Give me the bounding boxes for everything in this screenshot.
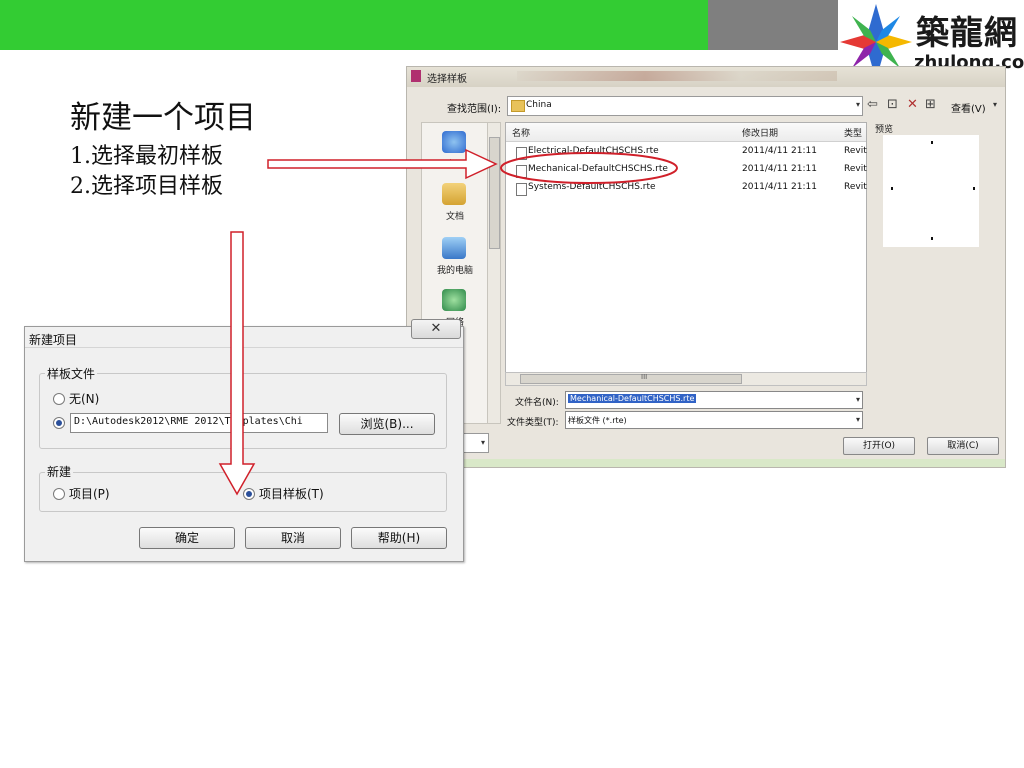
chevron-down-icon: ▾ — [480, 438, 485, 447]
new-folder-icon[interactable]: ⊞ — [925, 97, 936, 112]
close-icon: ✕ — [430, 321, 442, 336]
file-date: 2011/4/11 21:11 — [742, 146, 817, 156]
cancel-button[interactable]: 取消 — [245, 527, 341, 549]
look-in-label: 查找范围(I): — [447, 104, 502, 115]
file-list-header: 名称 修改日期 类型 — [506, 123, 866, 142]
open-button[interactable]: 打开(O) — [843, 437, 915, 455]
view-menu-chevron-icon[interactable]: ▾ — [993, 100, 997, 109]
radio-template-path[interactable] — [53, 417, 65, 429]
file-type: Revit — [844, 164, 867, 174]
file-type: Revit — [844, 146, 867, 156]
chevron-down-icon: ▾ — [855, 100, 860, 109]
back-arrow-icon[interactable]: ⇦ — [867, 97, 878, 112]
header-gray-bar — [708, 0, 838, 50]
file-date: 2011/4/11 21:11 — [742, 182, 817, 192]
titlebar-decoration — [517, 71, 837, 81]
file-date: 2011/4/11 21:11 — [742, 164, 817, 174]
radio-project-template-label[interactable]: 项目样板(T) — [259, 485, 324, 502]
place-label-computer[interactable]: 我的电脑 — [428, 263, 482, 276]
preview-mark — [931, 237, 933, 240]
step-2-text: 2.选择项目样板 — [70, 174, 223, 199]
file-list-hscrollbar[interactable]: III — [505, 372, 867, 386]
preview-mark — [973, 187, 975, 190]
slide-title: 新建一个项目 — [70, 100, 256, 136]
view-menu[interactable]: 查看(V) — [951, 100, 986, 115]
file-type-value: 样板文件 (*.rte) — [568, 416, 627, 425]
file-name-label: 文件名(N): — [515, 398, 559, 408]
network-icon[interactable] — [442, 289, 466, 311]
place-label-documents[interactable]: 文档 — [428, 209, 482, 222]
file-type-label: 文件类型(T): — [507, 418, 559, 428]
file-name-value: Mechanical-DefaultCHSCHS.rte — [568, 394, 697, 403]
help-button[interactable]: 帮助(H) — [351, 527, 447, 549]
radio-none-label[interactable]: 无(N) — [69, 390, 99, 407]
ok-button[interactable]: 确定 — [139, 527, 235, 549]
column-header-name[interactable]: 名称 — [512, 126, 530, 139]
header-green-bar — [0, 0, 708, 50]
file-name-input[interactable]: Mechanical-DefaultCHSCHS.rte ▾ — [565, 391, 863, 409]
dialog-title: 新建项目 — [29, 333, 78, 347]
radio-project[interactable] — [53, 488, 65, 500]
folder-icon — [511, 100, 525, 112]
file-type: Revit — [844, 182, 867, 192]
dialog-bottom-strip — [407, 459, 1005, 467]
radio-project-label[interactable]: 项目(P) — [69, 485, 110, 502]
delete-icon[interactable]: ✕ — [907, 97, 918, 112]
up-folder-icon[interactable]: ⊡ — [887, 97, 898, 112]
dialog-title: 选择样板 — [427, 74, 467, 85]
preview-mark — [931, 141, 933, 144]
horizontal-arrow-icon — [267, 148, 498, 180]
preview-mark — [891, 187, 893, 190]
create-group-label: 新建 — [45, 463, 74, 480]
chevron-down-icon[interactable]: ▾ — [856, 415, 860, 424]
close-button[interactable]: ✕ — [411, 319, 461, 339]
column-header-type[interactable]: 类型 — [844, 126, 862, 139]
preview-label: 预览 — [875, 125, 894, 135]
browse-button[interactable]: 浏览(B)... — [339, 413, 435, 435]
documents-icon[interactable] — [442, 183, 466, 205]
scrollbar-grip: III — [641, 373, 648, 381]
look-in-dropdown[interactable]: China ▾ — [507, 96, 863, 116]
radio-none[interactable] — [53, 393, 65, 405]
look-in-value: China — [526, 100, 552, 110]
column-header-date[interactable]: 修改日期 — [742, 126, 778, 139]
logo-chinese-text: 築龍網 — [916, 13, 1018, 52]
template-path-input[interactable]: D:\Autodesk2012\RME 2012\Templates\Chi — [70, 413, 328, 433]
preview-pane — [883, 135, 979, 247]
template-group-label: 样板文件 — [45, 365, 98, 382]
file-type-select[interactable]: 样板文件 (*.rte) ▾ — [565, 411, 863, 429]
vertical-arrow-icon — [218, 231, 256, 496]
scrollbar-thumb[interactable]: III — [520, 373, 742, 384]
template-path-value: D:\Autodesk2012\RME 2012\Templates\Chi — [74, 416, 303, 427]
step-1-text: 1.选择最初样板 — [70, 144, 223, 169]
highlight-ellipse — [500, 152, 678, 184]
cancel-button[interactable]: 取消(C) — [927, 437, 999, 455]
computer-icon[interactable] — [442, 237, 466, 259]
select-template-dialog: 选择样板 查找范围(I): China ▾ ⇦ ⊡ ✕ ⊞ 查看(V) ▾ 历史… — [406, 66, 1006, 468]
revit-icon — [411, 70, 421, 82]
chevron-down-icon[interactable]: ▾ — [856, 395, 860, 404]
